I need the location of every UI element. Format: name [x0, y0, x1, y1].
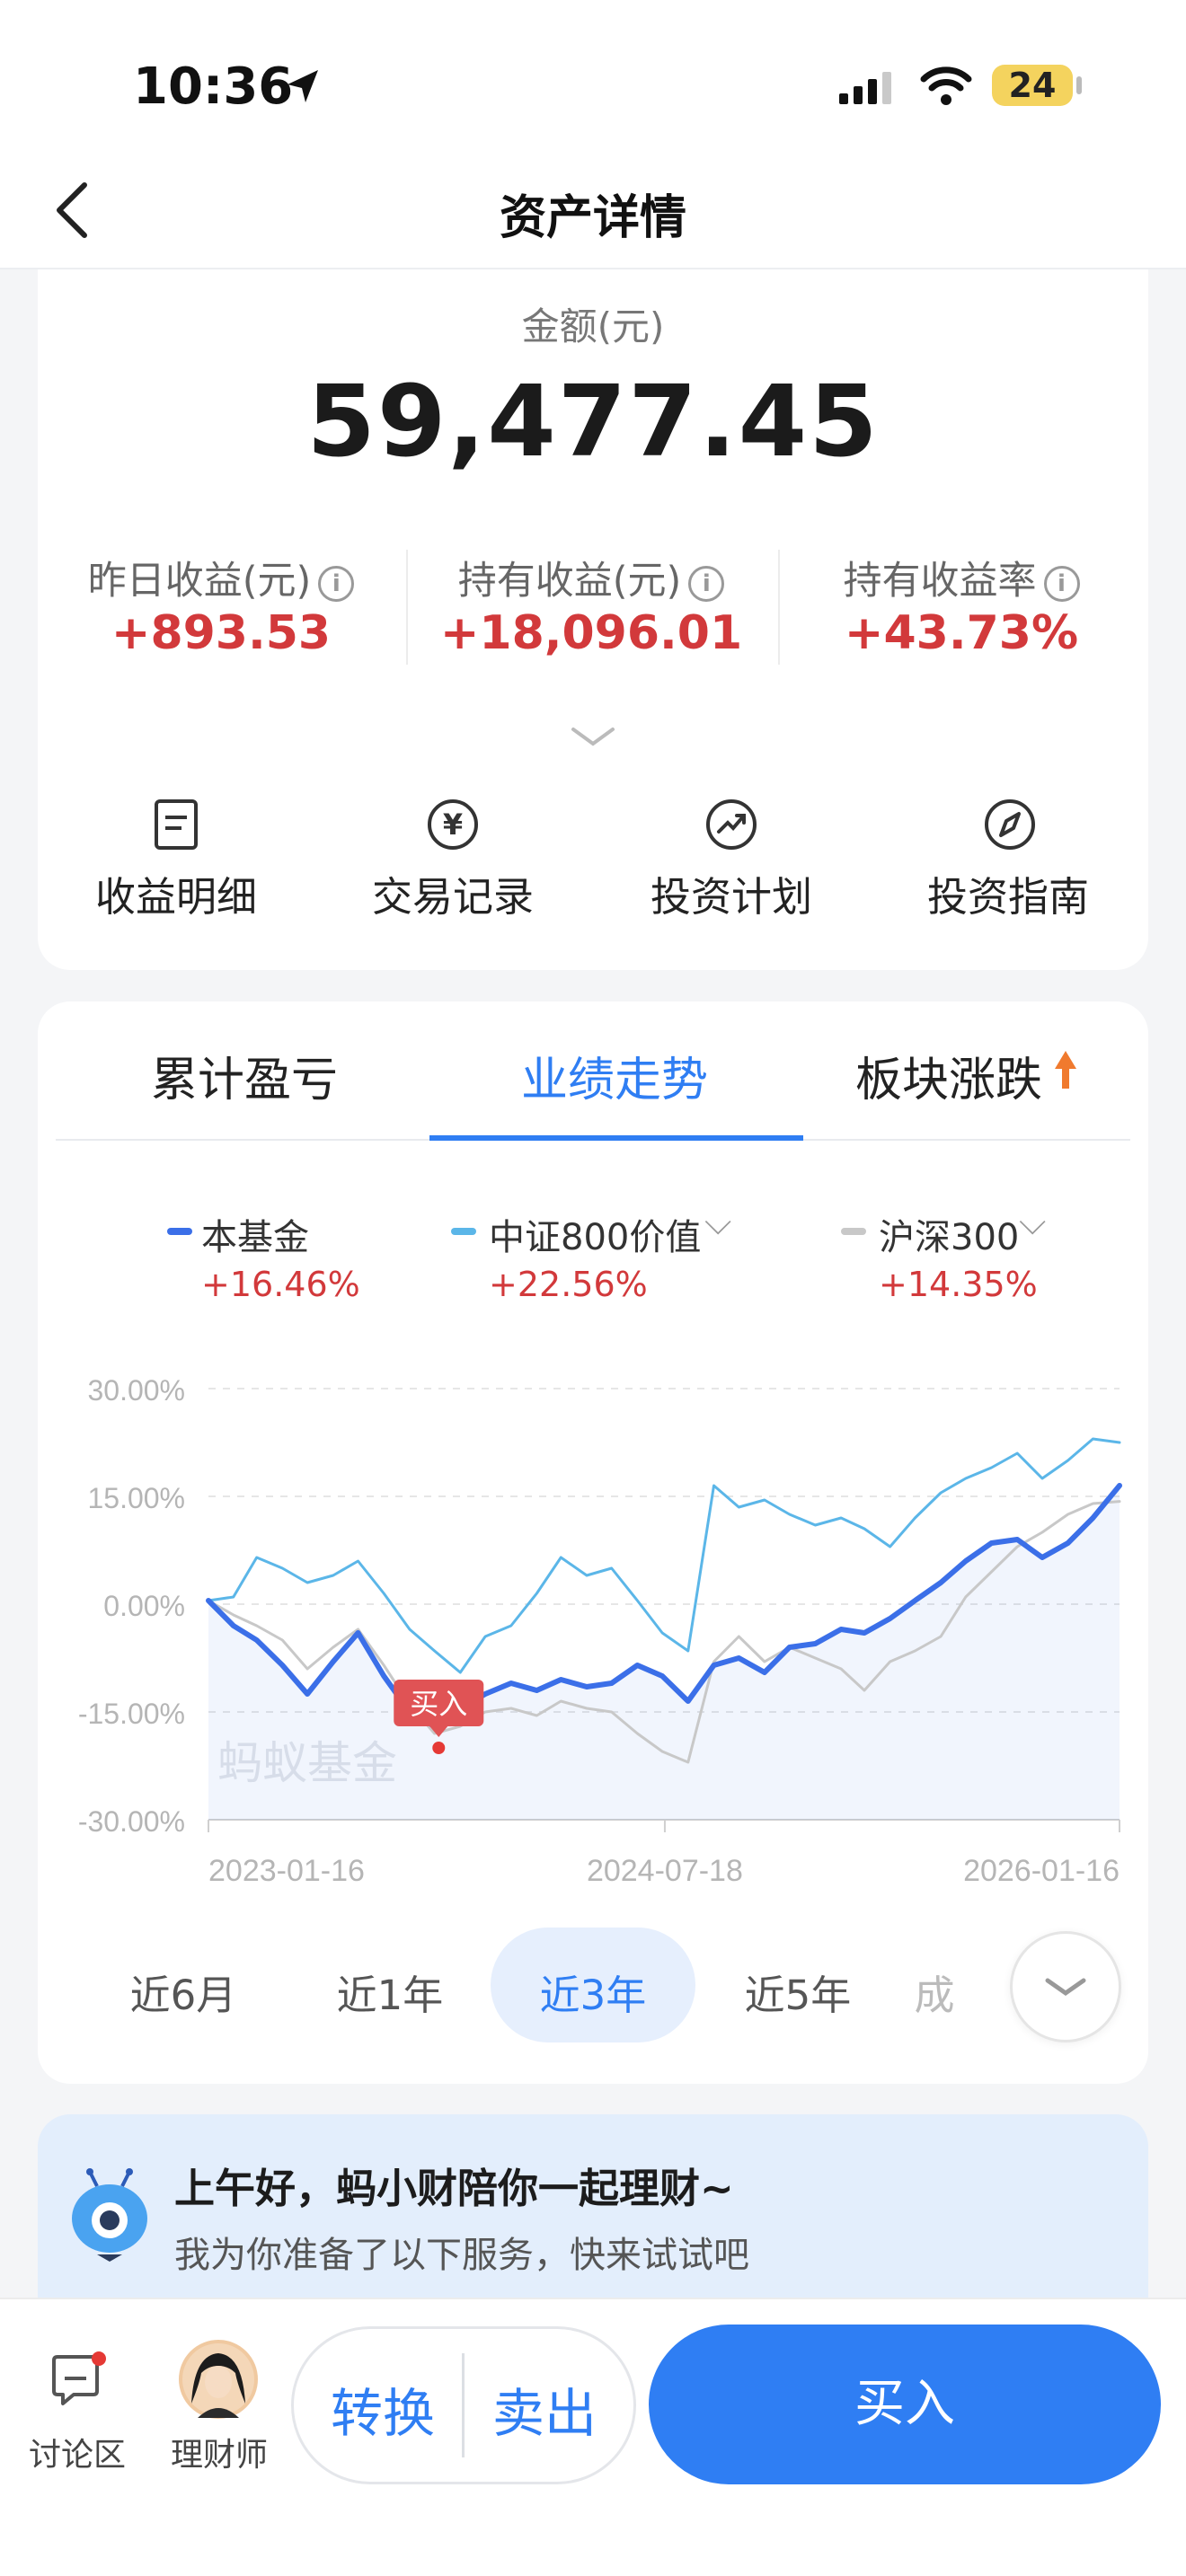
chevron-down-icon[interactable]: ⌵	[1019, 1202, 1046, 1243]
legend-fund-pct: +16.46%	[201, 1265, 360, 1304]
more-ranges-button[interactable]	[1010, 1931, 1121, 2042]
status-time: 10:36	[133, 57, 294, 116]
advisor-label[interactable]: 理财师	[156, 2429, 282, 2475]
info-icon: i	[688, 565, 725, 602]
divider	[778, 550, 780, 665]
buy-marker-dot	[432, 1742, 446, 1754]
signal-icon	[839, 72, 891, 104]
assistant-subtitle: 我为你准备了以下服务，快来试试吧	[174, 2235, 749, 2276]
tab-cumulative-pnl[interactable]: 累计盈亏	[56, 1042, 433, 1109]
x-tick-label: 2023-01-16	[208, 1854, 365, 1888]
range-5y[interactable]: 近5年	[708, 1963, 888, 2021]
holding-income-value: +18,096.01	[439, 606, 743, 660]
trade-record-button[interactable]: 交易记录	[318, 864, 588, 922]
document-icon	[155, 799, 198, 850]
income-detail-button[interactable]: 收益明细	[41, 864, 311, 922]
range-6m[interactable]: 近6月	[93, 1963, 273, 2021]
info-icon: i	[318, 565, 355, 602]
buy-marker-label: 买入	[410, 1687, 467, 1721]
y-tick-label: 15.00%	[87, 1482, 185, 1514]
fund-area	[208, 1486, 1120, 1820]
buy-button[interactable]: 买入	[649, 2325, 1161, 2484]
divider	[462, 2353, 465, 2457]
holding-income-label[interactable]: 持有收益(元) i	[412, 550, 771, 605]
advisor-avatar[interactable]	[178, 2339, 259, 2420]
holding-rate-label[interactable]: 持有收益率 i	[782, 550, 1141, 605]
trend-icon	[706, 799, 757, 850]
info-icon: i	[1043, 565, 1080, 602]
chevron-down-icon[interactable]	[570, 724, 616, 749]
page-title: 资产详情	[499, 191, 686, 245]
tab-performance[interactable]: 业绩走势	[426, 1042, 803, 1109]
range-1y[interactable]: 近1年	[300, 1963, 480, 2021]
tab-sector-change[interactable]: 板块涨跌	[760, 1042, 1137, 1109]
legend-swatch	[167, 1228, 192, 1235]
investment-plan-button[interactable]: 投资计划	[597, 864, 866, 922]
tab-active-indicator	[429, 1135, 803, 1141]
y-tick-label: -30.00%	[78, 1805, 185, 1838]
convert-button[interactable]: 转换	[311, 2371, 455, 2447]
battery-indicator: 24	[992, 65, 1073, 106]
amount-label: 金额(元)	[521, 304, 665, 348]
y-tick-label: 0.00%	[103, 1590, 185, 1622]
x-tick-label: 2024-07-18	[587, 1854, 743, 1888]
x-tick-label: 2026-01-16	[963, 1854, 1120, 1888]
investment-guide-button[interactable]: 投资指南	[873, 864, 1143, 922]
legend-swatch	[841, 1228, 866, 1235]
yen-icon: ¥	[428, 799, 478, 850]
amount-value: 59,477.45	[306, 364, 880, 479]
legend-fund-name: 本基金	[201, 1217, 309, 1258]
legend-index2-name[interactable]: 沪深300	[879, 1208, 1019, 1260]
wifi-icon	[920, 66, 972, 105]
chevron-down-icon	[1045, 1978, 1086, 1997]
ant-mascot-icon	[72, 2168, 147, 2262]
up-arrow-icon	[1055, 1051, 1076, 1089]
compass-icon	[985, 799, 1035, 850]
sell-button[interactable]: 卖出	[473, 2371, 616, 2447]
assistant-greeting: 上午好，蚂小财陪你一起理财~	[174, 2165, 734, 2212]
divider	[406, 550, 408, 665]
yesterday-income-label[interactable]: 昨日收益(元) i	[41, 550, 401, 605]
holding-rate-value: +43.73%	[844, 606, 1079, 660]
y-tick-label: 30.00%	[87, 1374, 185, 1407]
range-3y[interactable]: 近3年	[503, 1963, 683, 2021]
discussion-label[interactable]: 讨论区	[14, 2429, 140, 2475]
legend-index2-pct: +14.35%	[879, 1265, 1038, 1304]
range-since-inception[interactable]: 成	[898, 1963, 970, 2021]
y-tick-label: -15.00%	[78, 1698, 185, 1730]
yesterday-income-value: +893.53	[111, 606, 332, 660]
chevron-down-icon[interactable]: ⌵	[704, 1202, 731, 1243]
legend-index1-pct: +22.56%	[489, 1265, 648, 1304]
legend-index1-name[interactable]: 中证800价值	[489, 1208, 701, 1260]
legend-swatch	[451, 1228, 476, 1235]
performance-chart[interactable]: 30.00% 15.00% 0.00% -15.00% -30.00% 2023-01-1…	[0, 1347, 1186, 1904]
location-arrow-icon	[288, 70, 318, 102]
discussion-icon[interactable]	[49, 2351, 111, 2414]
battery-tip	[1076, 76, 1082, 94]
